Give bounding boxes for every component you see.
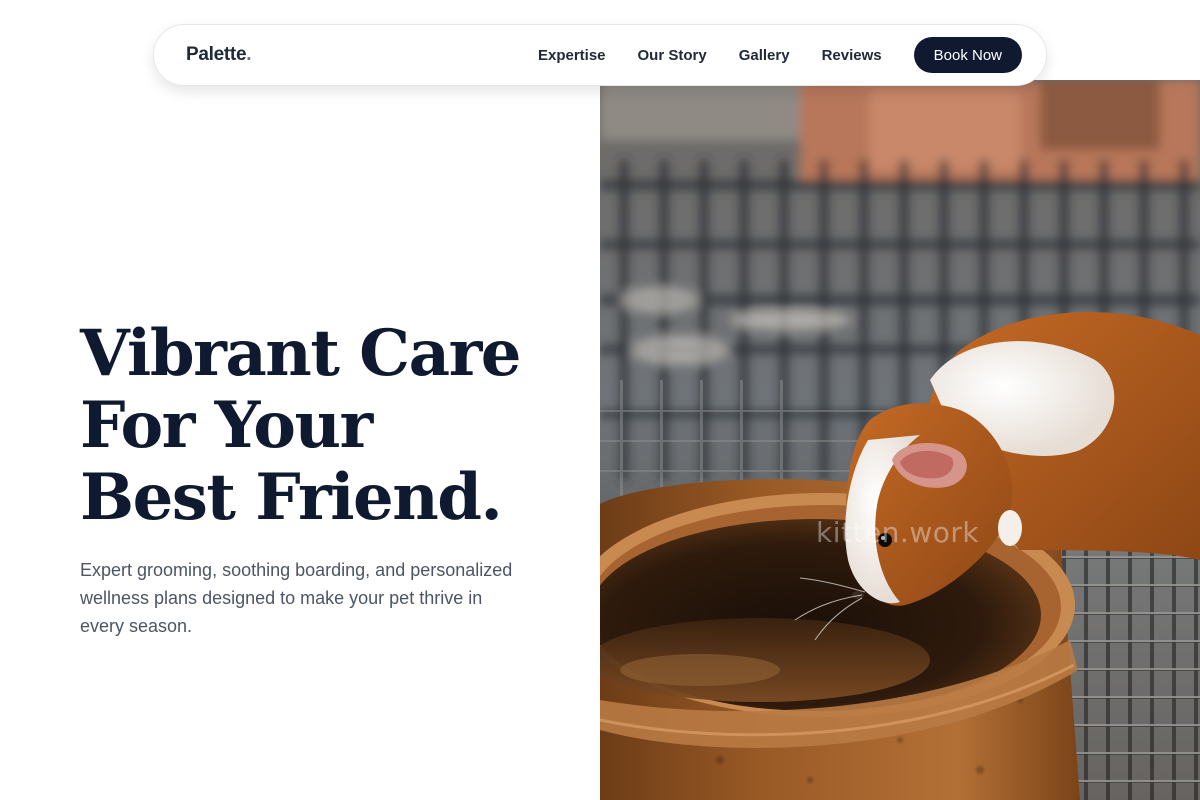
book-now-button[interactable]: Book Now [913,37,1022,73]
nav-link-gallery[interactable]: Gallery [739,47,790,64]
hero-title-line-2: For Your [80,388,373,463]
brand-logo[interactable]: Palette. [186,44,252,66]
nav-links: Expertise Our Story Gallery Reviews [538,47,882,64]
hero-subtitle: Expert grooming, soothing boarding, and … [80,560,513,636]
nav-link-expertise[interactable]: Expertise [538,47,606,64]
hero-image: kitten.work [600,80,1200,800]
nav-link-our-story[interactable]: Our Story [638,47,707,64]
brand-dot: . [246,44,252,65]
hero-title: Vibrant Care For Your Best Friend. [80,318,580,534]
hero-section: Vibrant Care For Your Best Friend. Exper… [80,318,580,640]
nav-link-reviews[interactable]: Reviews [822,47,882,64]
image-watermark: kitten.work [816,516,980,549]
hero-title-line-3: Best Friend. [80,460,503,535]
brand-name: Palette [186,44,247,65]
hero-title-line-1: Vibrant Care [80,316,522,391]
top-navbar: Palette. Expertise Our Story Gallery Rev… [153,24,1047,86]
